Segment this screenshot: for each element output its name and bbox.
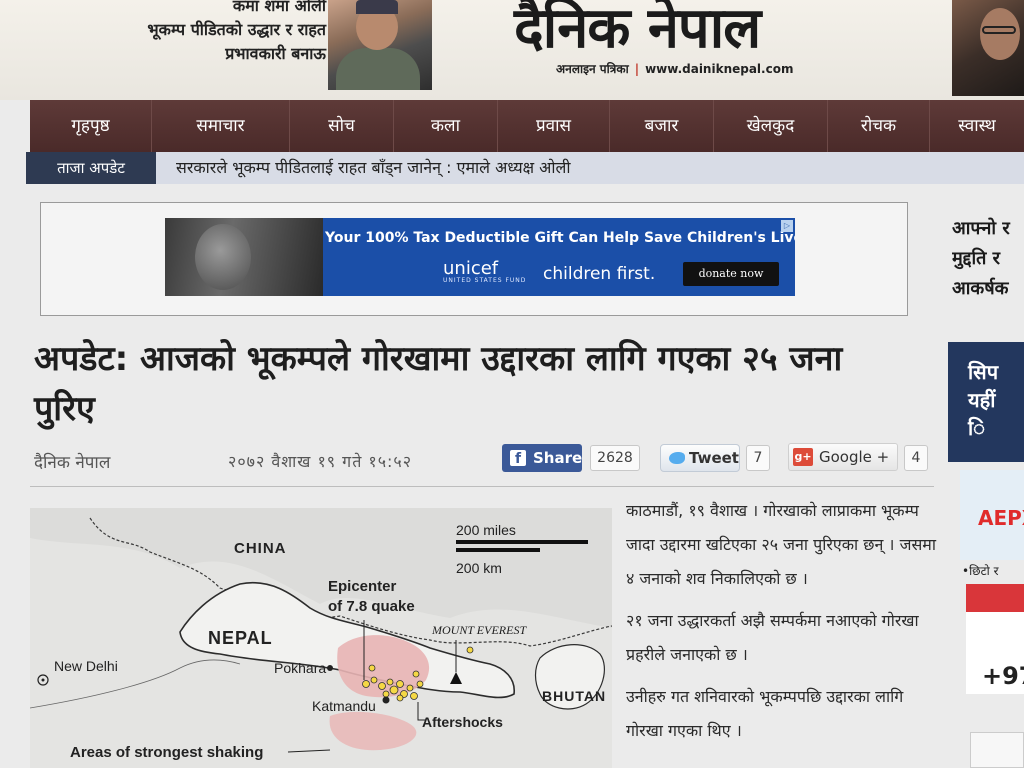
map-graphic bbox=[30, 508, 612, 768]
site-logo[interactable]: दैनिक नेपाल bbox=[514, 0, 854, 64]
teaser-line-top[interactable]: कमा शमा ओली bbox=[64, 0, 326, 18]
facebook-share-count: 2628 bbox=[590, 445, 640, 471]
google-plus-label: Google + bbox=[819, 448, 890, 466]
ad-slogan: children first. bbox=[543, 264, 656, 284]
map-scale-miles: 200 miles bbox=[456, 522, 516, 538]
nav-item-diaspora[interactable]: प्रवास bbox=[498, 100, 610, 152]
sidebar-ad1-line-2: यहीं bbox=[968, 388, 996, 412]
unicef-ad-banner[interactable]: Your 100% Tax Deductible Gift Can Help S… bbox=[165, 218, 795, 296]
tweet-button[interactable]: Tweet bbox=[660, 444, 740, 472]
teaser-line-1[interactable]: भूकम्प पीडितको उद्धार र राहत bbox=[64, 18, 326, 42]
ticker-label: ताजा अपडेट bbox=[26, 152, 156, 184]
nav-item-opinion[interactable]: सोच bbox=[290, 100, 394, 152]
article-date: २०७२ वैशाख १९ गते १५:५२ bbox=[228, 452, 413, 471]
donate-button[interactable]: donate now bbox=[683, 262, 779, 286]
article-paragraph: काठमाडौं, १९ वैशाख । गोरखाको लाप्राकमा भ… bbox=[626, 501, 936, 588]
unicef-logo-text: unicef bbox=[443, 258, 499, 279]
ad-headline: Your 100% Tax Deductible Gift Can Help S… bbox=[325, 230, 795, 246]
facebook-share-label: Share bbox=[533, 449, 583, 467]
article-source: दैनिक नेपाल bbox=[34, 453, 111, 473]
sidebar-ad3-text: +97 bbox=[982, 662, 1024, 690]
sidebar-ad-skills[interactable]: सिप यहीं ि bbox=[948, 342, 1024, 462]
facebook-icon: f bbox=[510, 450, 526, 467]
google-plus-count: 4 bbox=[904, 445, 928, 471]
map-scale-km: 200 km bbox=[456, 560, 502, 576]
ticker-headline[interactable]: सरकारले भूकम्प पीडितलाई राहत बाँड्न जाने… bbox=[176, 152, 571, 184]
map-label-aftershocks: Aftershocks bbox=[422, 714, 503, 730]
sidebar-ad-aepx[interactable]: AEPX bbox=[960, 470, 1024, 560]
breaking-news-ticker: ताजा अपडेट सरकारले भूकम्प पीडितलाई राहत … bbox=[26, 152, 1024, 184]
google-plus-icon: g+ bbox=[793, 448, 813, 466]
map-label-new-delhi: New Delhi bbox=[54, 658, 118, 674]
sidebar-teaser-line-2[interactable]: मुद्दति र bbox=[952, 244, 1024, 274]
article-headline: अपडेट: आजको भूकम्पले गोरखामा उद्दारका ला… bbox=[34, 339, 843, 429]
nav-item-home[interactable]: गृहपृष्ठ bbox=[30, 100, 152, 152]
sidebar-teaser-line-1[interactable]: आफ्नो र bbox=[952, 214, 1024, 244]
map-label-nepal: NEPAL bbox=[208, 628, 273, 648]
site-tagline: अनलाइन पत्रिका | www.dainiknepal.com bbox=[556, 60, 793, 77]
ad-child-photo bbox=[165, 218, 323, 296]
sidebar-ad-phone[interactable]: +97 bbox=[966, 584, 1024, 694]
map-label-epicenter-1: Epicenter bbox=[328, 578, 397, 595]
tagline-separator: | bbox=[634, 62, 640, 76]
ad-brand: unicef UNITED STATES FUND bbox=[443, 258, 526, 284]
map-label-shaking: Areas of strongest shaking bbox=[70, 744, 264, 761]
header-corner-photo[interactable] bbox=[952, 0, 1024, 96]
teaser-line-2[interactable]: प्रभावकारी बनाऊ bbox=[64, 42, 326, 66]
teaser-photo[interactable] bbox=[328, 0, 432, 90]
facebook-share-button[interactable]: f Share bbox=[502, 444, 582, 472]
sidebar-note: •छिटो र bbox=[962, 564, 999, 578]
sidebar-ad2-text: AEPX bbox=[978, 506, 1024, 530]
site-url[interactable]: www.dainiknepal.com bbox=[645, 62, 793, 76]
nav-item-art[interactable]: कला bbox=[394, 100, 498, 152]
sidebar-ad1-line-1: सिप bbox=[968, 360, 999, 384]
nav-item-health[interactable]: स्वास्थ bbox=[930, 100, 1024, 152]
google-plus-button[interactable]: g+ Google + bbox=[788, 443, 898, 471]
tweet-count: 7 bbox=[746, 445, 770, 471]
twitter-bird-icon bbox=[669, 452, 685, 464]
main-nav: गृहपृष्ठ समाचार सोच कला प्रवास बजार खेलक… bbox=[30, 100, 1024, 152]
sidebar-teaser[interactable]: आफ्नो र मुद्दति र आकर्षक bbox=[952, 214, 1024, 304]
sidebar-ad1-line-3: ि bbox=[968, 416, 986, 440]
earthquake-map: CHINA NEPAL New Delhi Pokhara Katmandu E… bbox=[30, 508, 612, 768]
article-body: काठमाडौं, १९ वैशाख । गोरखाको लाप्राकमा भ… bbox=[626, 494, 938, 756]
map-label-china: CHINA bbox=[234, 540, 287, 557]
nav-item-market[interactable]: बजार bbox=[610, 100, 714, 152]
tagline-text: अनलाइन पत्रिका bbox=[556, 62, 629, 76]
sidebar-ad-box[interactable] bbox=[970, 732, 1024, 768]
nav-item-news[interactable]: समाचार bbox=[152, 100, 290, 152]
meta-divider bbox=[30, 486, 934, 487]
nav-item-sports[interactable]: खेलकुद bbox=[714, 100, 828, 152]
map-label-pokhara: Pokhara bbox=[274, 660, 327, 676]
sidebar-teaser-line-3[interactable]: आकर्षक bbox=[952, 274, 1024, 304]
map-label-kathmandu: Katmandu bbox=[312, 698, 376, 714]
ad-choices-icon[interactable]: ▷ bbox=[781, 220, 793, 232]
map-label-bhutan: BHUTAN bbox=[542, 688, 607, 704]
tweet-label: Tweet bbox=[689, 449, 739, 467]
nav-item-interesting[interactable]: रोचक bbox=[828, 100, 930, 152]
article-paragraph: २१ जना उद्धारकर्ता अझै सम्पर्कमा नआएको ग… bbox=[626, 611, 919, 664]
top-news-teaser[interactable]: कमा शमा ओली भूकम्प पीडितको उद्धार र राहत… bbox=[64, 0, 326, 66]
map-label-epicenter-2: of 7.8 quake bbox=[328, 598, 415, 615]
map-label-everest: MOUNT EVEREST bbox=[432, 623, 527, 637]
unicef-fund-text: UNITED STATES FUND bbox=[443, 277, 527, 284]
article-paragraph: उनीहरु गत शनिवारको भूकम्पपछि उद्दारका ला… bbox=[626, 687, 904, 740]
